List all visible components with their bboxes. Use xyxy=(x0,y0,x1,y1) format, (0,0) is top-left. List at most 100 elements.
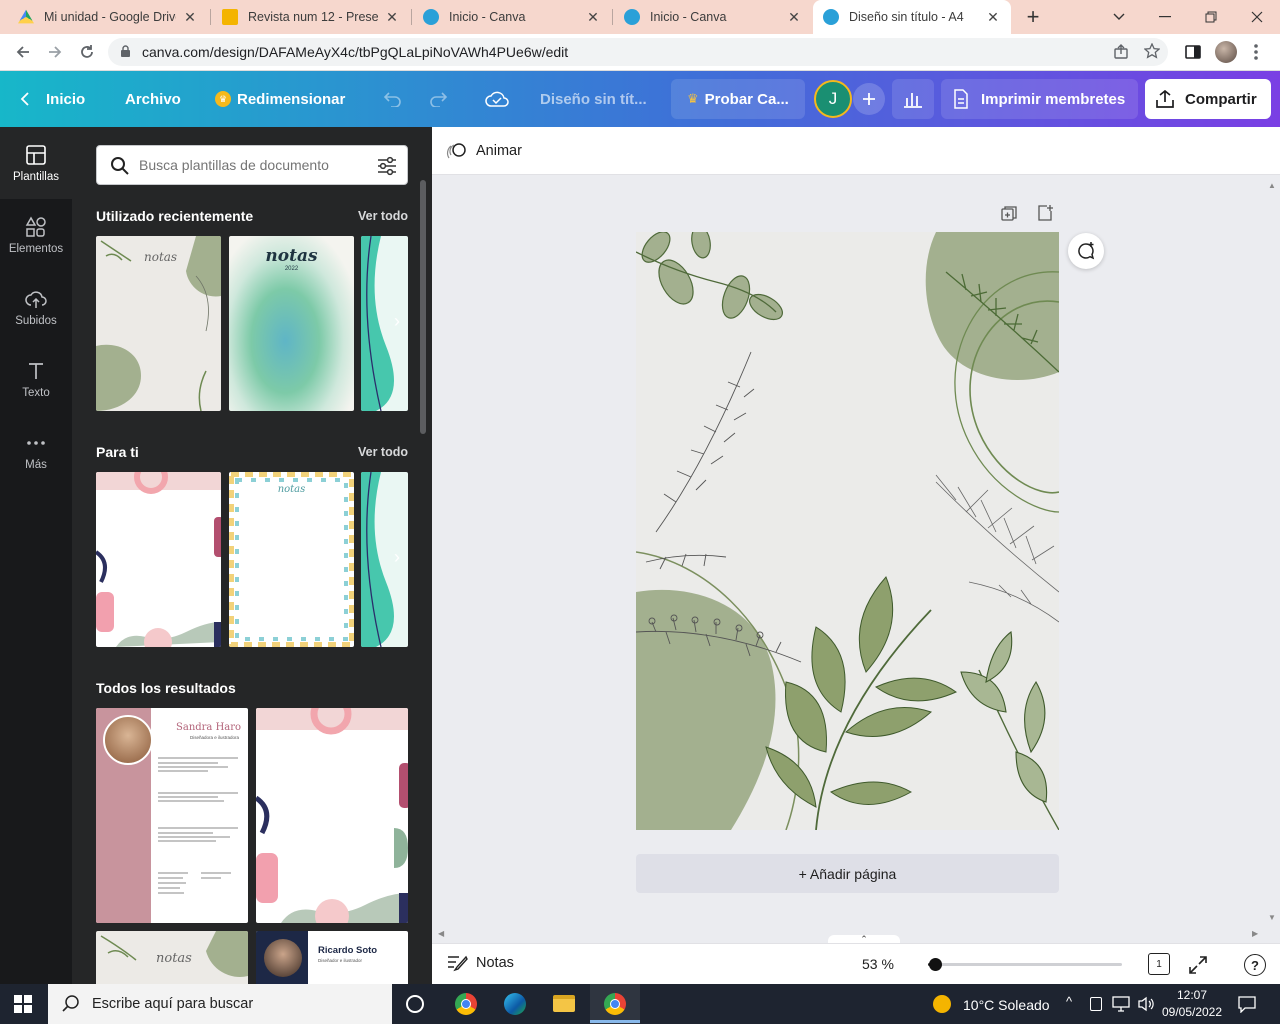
template-thumb-pink-shapes[interactable] xyxy=(96,472,221,647)
fullscreen-icon[interactable] xyxy=(1188,955,1208,980)
new-tab-button[interactable]: + xyxy=(1020,4,1046,30)
minimize-icon[interactable] xyxy=(1142,0,1188,34)
address-bar[interactable]: canva.com/design/DAFAMeAyX4c/tbPgQLaLpiN… xyxy=(108,38,1168,66)
browser-tab-canva-home-1[interactable]: Inicio - Canva ✕ xyxy=(413,0,611,34)
design-page[interactable] xyxy=(636,232,1059,830)
close-tab-icon[interactable]: ✕ xyxy=(384,9,400,26)
back-icon[interactable] xyxy=(10,39,36,65)
edge-taskbar-icon[interactable] xyxy=(504,993,526,1015)
file-explorer-icon[interactable] xyxy=(553,995,575,1012)
rail-item-more[interactable]: Más xyxy=(0,415,72,487)
rail-item-text[interactable]: Texto xyxy=(0,343,72,415)
scroll-left-icon[interactable]: ◀ xyxy=(438,929,444,938)
browser-menu-icon[interactable] xyxy=(1254,43,1258,66)
add-page-icon[interactable] xyxy=(1036,204,1054,227)
profile-avatar[interactable] xyxy=(1215,41,1237,63)
add-comment-button[interactable] xyxy=(1068,233,1104,269)
insights-chart-icon[interactable] xyxy=(892,79,934,119)
reload-icon[interactable] xyxy=(74,39,100,65)
panel-scrollbar[interactable] xyxy=(420,180,426,434)
clock-time[interactable]: 12:07 xyxy=(1163,988,1221,1002)
forward-icon[interactable] xyxy=(42,39,68,65)
clock-date[interactable]: 09/05/2022 xyxy=(1160,1005,1224,1019)
close-tab-icon[interactable]: ✕ xyxy=(985,9,1001,26)
device-icon[interactable] xyxy=(1090,997,1102,1011)
try-pro-button[interactable]: ♛ Probar Ca... xyxy=(671,79,805,119)
template-thumb-notas-watercolor[interactable]: notas 2022 xyxy=(229,236,354,411)
browser-tab-canva-design[interactable]: Diseño sin título - A4 ✕ xyxy=(813,0,1011,34)
template-search-box[interactable] xyxy=(96,145,408,185)
taskbar-search-box[interactable]: Escribe aquí para buscar xyxy=(48,984,392,1024)
close-tab-icon[interactable]: ✕ xyxy=(585,9,601,26)
invite-plus-icon[interactable] xyxy=(853,83,885,115)
scroll-down-icon[interactable]: ▼ xyxy=(1268,913,1276,922)
close-tab-icon[interactable]: ✕ xyxy=(182,9,198,26)
add-page-button[interactable]: + Añadir página xyxy=(636,854,1059,893)
page-count-button[interactable]: 1 xyxy=(1148,953,1170,975)
template-thumb-cv-ricardo[interactable]: Ricardo Soto Diseñador e ilustrador xyxy=(256,931,408,984)
scroll-right-icon[interactable]: ▶ xyxy=(1252,929,1258,938)
try-pro-label: Probar Ca... xyxy=(704,90,789,108)
weather-text[interactable]: 10°C Soleado xyxy=(963,997,1050,1013)
template-thumb-teal-partial[interactable] xyxy=(361,236,408,411)
chrome-taskbar-icon[interactable] xyxy=(455,993,477,1015)
restore-icon[interactable] xyxy=(1188,0,1234,34)
windows-start-icon[interactable] xyxy=(14,995,32,1018)
close-window-icon[interactable] xyxy=(1234,0,1280,34)
share-page-icon[interactable] xyxy=(1113,44,1129,65)
cloud-saved-icon[interactable] xyxy=(485,71,509,127)
network-icon xyxy=(1112,996,1130,1012)
share-button[interactable]: Compartir xyxy=(1145,79,1271,119)
rail-item-templates[interactable]: Plantillas xyxy=(0,127,72,199)
text-icon xyxy=(29,362,43,379)
duplicate-page-icon[interactable] xyxy=(1000,205,1018,228)
thumb-text: notas xyxy=(156,951,192,966)
show-hidden-icons-icon[interactable]: ^ xyxy=(1066,994,1072,1009)
home-button[interactable]: Inicio xyxy=(18,71,85,127)
rail-label: Texto xyxy=(22,386,50,399)
see-all-recent-link[interactable]: Ver todo xyxy=(358,209,408,223)
rail-item-uploads[interactable]: Subidos xyxy=(0,271,72,343)
templates-icon xyxy=(26,144,46,165)
carousel-next-icon[interactable]: › xyxy=(394,311,400,332)
close-tab-icon[interactable]: ✕ xyxy=(786,9,802,26)
browser-tab-canva-home-2[interactable]: Inicio - Canva ✕ xyxy=(614,0,812,34)
scroll-up-icon[interactable]: ▲ xyxy=(1268,181,1276,190)
tab-title: Inicio - Canva xyxy=(650,10,727,24)
thumb-text: Diseñadora e ilustradora xyxy=(190,735,240,740)
template-search-input[interactable] xyxy=(139,154,364,176)
browser-tab-drive[interactable]: Mi unidad - Google Drive ✕ xyxy=(8,0,208,34)
animate-button[interactable]: Animar xyxy=(446,141,522,161)
browser-tab-slides[interactable]: Revista num 12 - Presenta ✕ xyxy=(212,0,410,34)
template-thumb-cv-sandra[interactable]: Sandra Haro Diseñadora e ilustradora xyxy=(96,708,248,923)
file-menu-button[interactable]: Archivo xyxy=(125,71,181,127)
carousel-next-icon[interactable]: › xyxy=(394,547,400,568)
cortana-icon[interactable] xyxy=(406,995,424,1013)
help-icon[interactable]: ? xyxy=(1244,954,1266,976)
template-thumb-teal-partial-2[interactable] xyxy=(361,472,408,647)
rail-item-elements[interactable]: Elementos xyxy=(0,199,72,271)
animate-icon xyxy=(446,143,466,159)
sidebar-toggle-icon[interactable] xyxy=(1184,43,1202,66)
chrome-active-taskbar-button[interactable] xyxy=(590,984,640,1024)
notes-button[interactable]: Notas xyxy=(446,954,514,972)
redo-button[interactable] xyxy=(428,71,448,127)
resize-button[interactable]: ♛ Redimensionar xyxy=(215,71,345,127)
template-thumb-pastel-border[interactable]: notas xyxy=(229,472,354,647)
tab-search-icon[interactable] xyxy=(1096,0,1142,34)
rail-label: Elementos xyxy=(8,242,64,255)
zoom-slider-handle[interactable] xyxy=(929,958,942,971)
bookmark-star-icon[interactable] xyxy=(1143,42,1161,64)
zoom-slider-track[interactable] xyxy=(928,958,1122,971)
print-letterheads-button[interactable]: Imprimir membretes xyxy=(941,79,1138,119)
context-toolbar: Animar xyxy=(432,127,1280,175)
template-thumb-pink-shapes-large[interactable] xyxy=(256,708,408,923)
template-thumb-notas-botanical-2[interactable]: notas xyxy=(96,931,248,984)
document-title[interactable]: Diseño sin tít... xyxy=(540,71,647,127)
undo-button[interactable] xyxy=(383,71,403,127)
see-all-for-you-link[interactable]: Ver todo xyxy=(358,445,408,459)
user-avatar[interactable]: J xyxy=(814,80,852,118)
zoom-percent[interactable]: 53 % xyxy=(862,956,894,972)
editor-footer: Notas 53 % 1 ? xyxy=(432,943,1280,984)
template-thumb-notas-botanical[interactable]: notas xyxy=(96,236,221,411)
